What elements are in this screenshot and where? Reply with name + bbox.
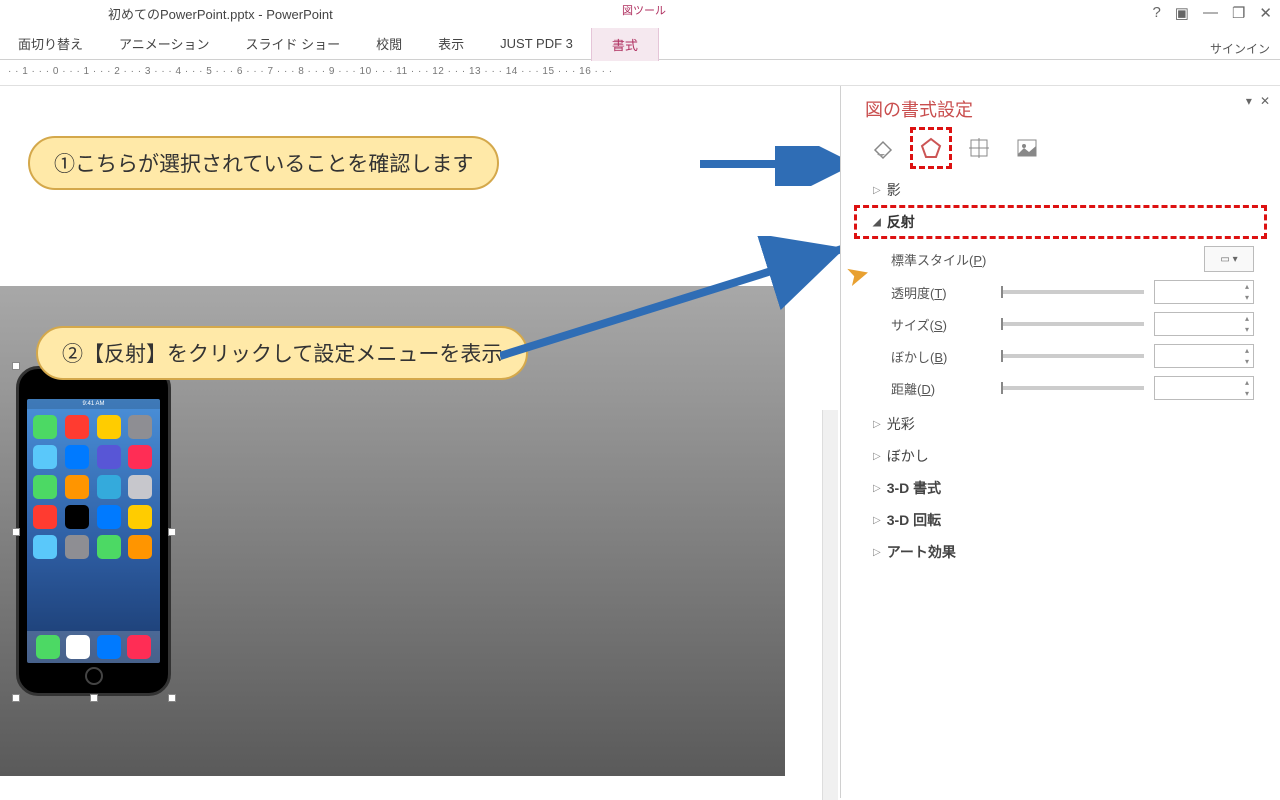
tab-review[interactable]: 校閲 [358,26,420,61]
selection-handle[interactable] [12,362,20,370]
section-glow[interactable]: ▷光彩 [855,408,1266,440]
preset-label: 標準スタイル(P) [891,250,991,269]
pane-close-icon[interactable]: ✕ [1260,94,1270,108]
app-icon [97,535,121,559]
pane-menu-icon[interactable]: ▾ [1246,94,1252,108]
format-picture-pane: ▾ ✕ 図の書式設定 ▷影 ◢反射 標準スタイル(P) [840,86,1280,798]
app-icon [128,415,152,439]
transparency-label: 透明度(T) [891,283,991,302]
tab-justpdf[interactable]: JUST PDF 3 [482,28,591,59]
transparency-slider[interactable] [1001,290,1144,294]
contextual-tool-label: 図ツール [610,0,678,20]
app-icon [33,475,57,499]
selection-handle[interactable] [90,694,98,702]
dock-icon [97,635,121,659]
section-artistic[interactable]: ▷アート効果 [855,536,1266,568]
app-icon [97,475,121,499]
horizontal-ruler: · · 1 · · · 0 · · · 1 · · · 2 · · · 3 · … [0,66,1280,86]
callout-1: ①こちらが選択されていることを確認します [28,136,499,190]
phone-dock [27,631,160,663]
app-icon [65,535,89,559]
app-icon [33,415,57,439]
app-icon [128,535,152,559]
reflection-size-row: サイズ(S) [891,312,1254,336]
ribbon-options-icon[interactable]: ▣ [1175,4,1189,22]
document-title: 初めてのPowerPoint.pptx - PowerPoint [108,4,333,23]
distance-input[interactable] [1154,376,1254,400]
selection-handle[interactable] [12,528,20,536]
ribbon-tabs: 面切り替え アニメーション スライド ショー 校閲 表示 JUST PDF 3 … [0,28,1280,60]
app-icon [65,475,89,499]
dock-icon [36,635,60,659]
tab-animations[interactable]: アニメーション [101,26,227,61]
app-icon [33,505,57,529]
app-icon [128,505,152,529]
size-properties-icon[interactable] [965,134,993,162]
app-icon [97,505,121,529]
app-icon [128,475,152,499]
preset-dropdown[interactable]: ▭ ▾ [1204,246,1254,272]
blur-label: ぼかし(B) [891,347,991,366]
transparency-input[interactable] [1154,280,1254,304]
arrow-1 [700,146,840,186]
phone-app-grid [27,409,160,565]
phone-home-button [85,667,103,685]
blur-input[interactable] [1154,344,1254,368]
app-icon [97,415,121,439]
app-icon [128,445,152,469]
size-input[interactable] [1154,312,1254,336]
dock-icon [66,635,90,659]
selection-handle[interactable] [168,694,176,702]
distance-label: 距離(D) [891,379,991,398]
pane-controls: ▾ ✕ [1246,94,1270,108]
phone-screen: 9:41 AM [27,399,160,663]
minimize-icon[interactable]: — [1203,4,1218,22]
section-3d-rotation[interactable]: ▷3-D 回転 [855,504,1266,536]
blur-slider[interactable] [1001,354,1144,358]
tab-format[interactable]: 書式 [591,27,659,61]
reflection-options: 標準スタイル(P) ▭ ▾ 透明度(T) サイズ(S) ぼかし(B) 距離(D) [855,246,1266,400]
section-reflection[interactable]: ◢反射 [855,206,1266,238]
pane-title: 図の書式設定 [855,96,1266,122]
reflection-blur-row: ぼかし(B) [891,344,1254,368]
dock-icon [127,635,151,659]
app-icon [97,445,121,469]
restore-icon[interactable]: ❐ [1232,4,1245,22]
picture-icon[interactable] [1013,134,1041,162]
app-icon [65,505,89,529]
pane-category-icons [855,134,1266,162]
help-icon[interactable]: ? [1152,4,1160,22]
phone-status-bar: 9:41 AM [27,399,160,409]
vertical-scrollbar[interactable] [822,410,838,800]
size-slider[interactable] [1001,322,1144,326]
main-area: ⟳ 9:41 AM ①こちらが選択されていることを確認します ②【反射】をクリッ… [0,86,1280,798]
phone-image[interactable]: 9:41 AM [16,366,171,696]
close-icon[interactable]: ✕ [1259,4,1272,22]
window-controls: ? ▣ — ❐ ✕ [1152,4,1272,22]
selection-handle[interactable] [168,528,176,536]
section-3d-format[interactable]: ▷3-D 書式 [855,472,1266,504]
slide-canvas[interactable]: ⟳ 9:41 AM ①こちらが選択されていることを確認します ②【反射】をクリッ… [0,86,840,798]
reflection-preset-row: 標準スタイル(P) ▭ ▾ [891,246,1254,272]
reflection-transparency-row: 透明度(T) [891,280,1254,304]
section-shadow[interactable]: ▷影 [855,174,1266,206]
app-icon [33,445,57,469]
callout-2: ②【反射】をクリックして設定メニューを表示 [36,326,528,380]
title-bar: 初めてのPowerPoint.pptx - PowerPoint 図ツール ? … [0,0,1280,28]
reflection-distance-row: 距離(D) [891,376,1254,400]
app-icon [65,445,89,469]
effects-icon[interactable] [917,134,945,162]
app-icon [65,415,89,439]
tab-transitions[interactable]: 面切り替え [0,26,101,61]
section-softedges[interactable]: ▷ぼかし [855,440,1266,472]
signin-link[interactable]: サインイン [1210,40,1270,57]
arrow-2 [500,236,840,376]
app-icon [33,535,57,559]
selection-handle[interactable] [12,694,20,702]
tab-view[interactable]: 表示 [420,26,482,61]
fill-line-icon[interactable] [869,134,897,162]
size-label: サイズ(S) [891,315,991,334]
distance-slider[interactable] [1001,386,1144,390]
tab-slideshow[interactable]: スライド ショー [228,26,359,61]
